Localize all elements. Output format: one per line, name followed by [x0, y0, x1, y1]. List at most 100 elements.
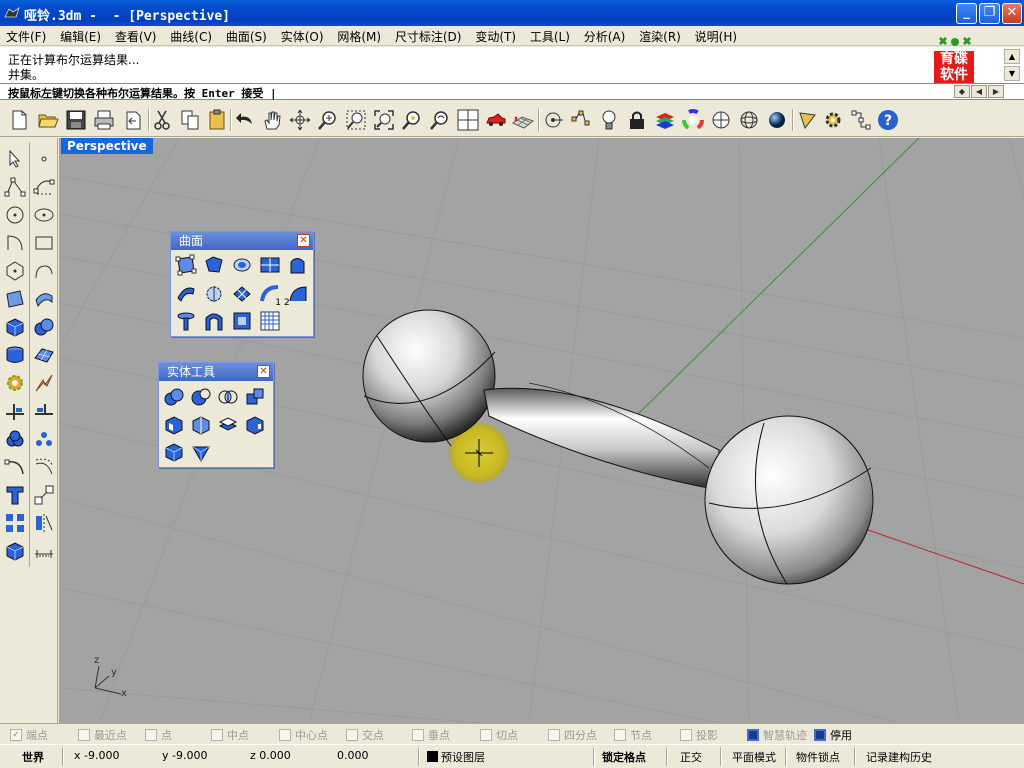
color-wheel-icon[interactable]	[681, 108, 705, 132]
sphere-surface-icon[interactable]	[230, 253, 254, 277]
polygon-icon[interactable]	[2, 258, 28, 284]
panel-titlebar[interactable]: 曲面 ✕	[171, 232, 313, 250]
undo-icon[interactable]	[233, 108, 257, 132]
undo-view-icon[interactable]	[428, 108, 452, 132]
planar-toggle[interactable]: 平面模式	[732, 749, 776, 765]
checkbox[interactable]	[78, 729, 90, 741]
osnap-point[interactable]: 点	[145, 727, 172, 743]
history-toggle[interactable]: 记录建构历史	[866, 749, 932, 765]
minimize-button[interactable]: _	[956, 3, 977, 24]
fillet-icon[interactable]	[2, 454, 28, 480]
sweep2-icon[interactable]: 2	[284, 282, 310, 308]
paste-icon[interactable]	[205, 108, 229, 132]
osnap-project[interactable]: 投影	[680, 727, 718, 743]
checkbox[interactable]	[548, 729, 560, 741]
checkbox[interactable]	[211, 729, 223, 741]
checkbox[interactable]	[346, 729, 358, 741]
freeform-icon[interactable]	[31, 258, 57, 284]
solid-wedge-icon[interactable]	[189, 440, 213, 464]
curve-icon[interactable]	[31, 174, 57, 200]
menu-render[interactable]: 渲染(R)	[633, 26, 681, 45]
command-prompt[interactable]: 按鼠标左键切换各种布尔运算结果。按 Enter 接受 | ◆ ◀ ▶	[0, 83, 1024, 100]
grid-plane-icon[interactable]	[511, 108, 535, 132]
layer-color-swatch[interactable]	[427, 751, 438, 762]
extract-surface-icon[interactable]	[189, 413, 213, 437]
prev-icon[interactable]: ◀	[971, 85, 987, 98]
checkbox[interactable]	[480, 729, 492, 741]
snap-points-icon[interactable]	[569, 108, 593, 132]
cut-icon[interactable]	[150, 108, 174, 132]
osnap-mid[interactable]: 中点	[211, 727, 249, 743]
osnap-intersection[interactable]: 交点	[346, 727, 384, 743]
cplane-icon[interactable]	[541, 108, 565, 132]
menu-edit[interactable]: 编辑(E)	[54, 26, 101, 45]
menu-transform[interactable]: 变动(T)	[469, 26, 516, 45]
four-viewports-icon[interactable]	[456, 108, 480, 132]
osnap-end[interactable]: ✓ 端点	[10, 727, 48, 743]
mesh-plane-icon[interactable]	[31, 342, 57, 368]
arc-icon[interactable]	[2, 230, 28, 256]
save-icon[interactable]	[64, 108, 88, 132]
osnap-near[interactable]: 最近点	[78, 727, 127, 743]
text-icon[interactable]	[2, 482, 28, 508]
scale-icon[interactable]	[31, 482, 57, 508]
ortho-toggle[interactable]: 正交	[680, 749, 702, 765]
circle-icon[interactable]	[2, 202, 28, 228]
wireframe-sphere-icon[interactable]	[737, 108, 761, 132]
sphere-group-icon[interactable]	[31, 314, 57, 340]
spin-icon[interactable]: ◆	[954, 85, 970, 98]
osnap-tangent[interactable]: 切点	[480, 727, 518, 743]
import-icon[interactable]	[121, 108, 145, 132]
checkbox[interactable]	[279, 729, 291, 741]
zoom-selected-icon[interactable]	[400, 108, 424, 132]
open-file-icon[interactable]	[36, 108, 60, 132]
menu-tools[interactable]: 工具(L)	[524, 26, 570, 45]
checkbox[interactable]: ✓	[10, 729, 22, 741]
boolean-union-icon[interactable]	[2, 426, 28, 452]
boolean-intersection-icon[interactable]	[216, 385, 240, 409]
new-file-icon[interactable]	[7, 108, 31, 132]
surface-from-points-icon[interactable]	[174, 253, 198, 277]
surface-corner-icon[interactable]	[2, 286, 28, 312]
shade-icon[interactable]	[709, 108, 733, 132]
light-icon[interactable]	[597, 108, 621, 132]
dumbbell-model[interactable]	[362, 309, 874, 585]
snap-toggle[interactable]: 锁定格点	[602, 749, 646, 765]
surface-loft-icon[interactable]	[31, 286, 57, 312]
cylinder-icon[interactable]	[2, 342, 28, 368]
solid-box-icon[interactable]	[2, 538, 28, 564]
loft-icon[interactable]	[174, 309, 198, 333]
solid-box-icon[interactable]	[162, 440, 186, 464]
dimension-icon[interactable]	[31, 538, 57, 564]
osnap-disable[interactable]: 停用	[814, 727, 852, 743]
revolve-icon[interactable]	[202, 282, 226, 306]
rail-revolve-icon[interactable]	[202, 309, 226, 333]
scroll-down-icon[interactable]: ▼	[1004, 66, 1020, 81]
merge-faces-icon[interactable]	[216, 413, 240, 437]
sweep1-icon[interactable]: 1	[258, 282, 282, 308]
checkbox[interactable]	[145, 729, 157, 741]
menu-analyze[interactable]: 分析(A)	[578, 26, 626, 45]
cap-planar-holes-icon[interactable]	[162, 413, 186, 437]
checkbox[interactable]	[814, 729, 826, 741]
menu-solid[interactable]: 实体(O)	[275, 26, 324, 45]
checkbox[interactable]	[680, 729, 692, 741]
extrude-surface-icon[interactable]	[286, 253, 310, 277]
nurbs-curve-icon[interactable]	[796, 108, 820, 132]
mirror-icon[interactable]	[31, 510, 57, 536]
box-icon[interactable]	[2, 314, 28, 340]
menu-view[interactable]: 查看(V)	[109, 26, 157, 45]
network-surface-icon[interactable]	[230, 282, 254, 306]
boolean-split-icon[interactable]	[243, 385, 267, 409]
panel-titlebar[interactable]: 实体工具 ✕	[159, 363, 273, 381]
close-icon[interactable]: ✕	[257, 365, 270, 378]
split-icon[interactable]	[31, 370, 57, 396]
menu-help[interactable]: 说明(H)	[689, 26, 737, 45]
polyline-icon[interactable]	[2, 174, 28, 200]
point-icon[interactable]	[31, 146, 57, 172]
menu-curve[interactable]: 曲线(C)	[164, 26, 212, 45]
menu-mesh[interactable]: 网格(M)	[331, 26, 381, 45]
menu-dimension[interactable]: 尺寸标注(D)	[389, 26, 462, 45]
menu-file[interactable]: 文件(F)	[0, 26, 46, 45]
help-icon[interactable]: ?	[876, 108, 900, 132]
